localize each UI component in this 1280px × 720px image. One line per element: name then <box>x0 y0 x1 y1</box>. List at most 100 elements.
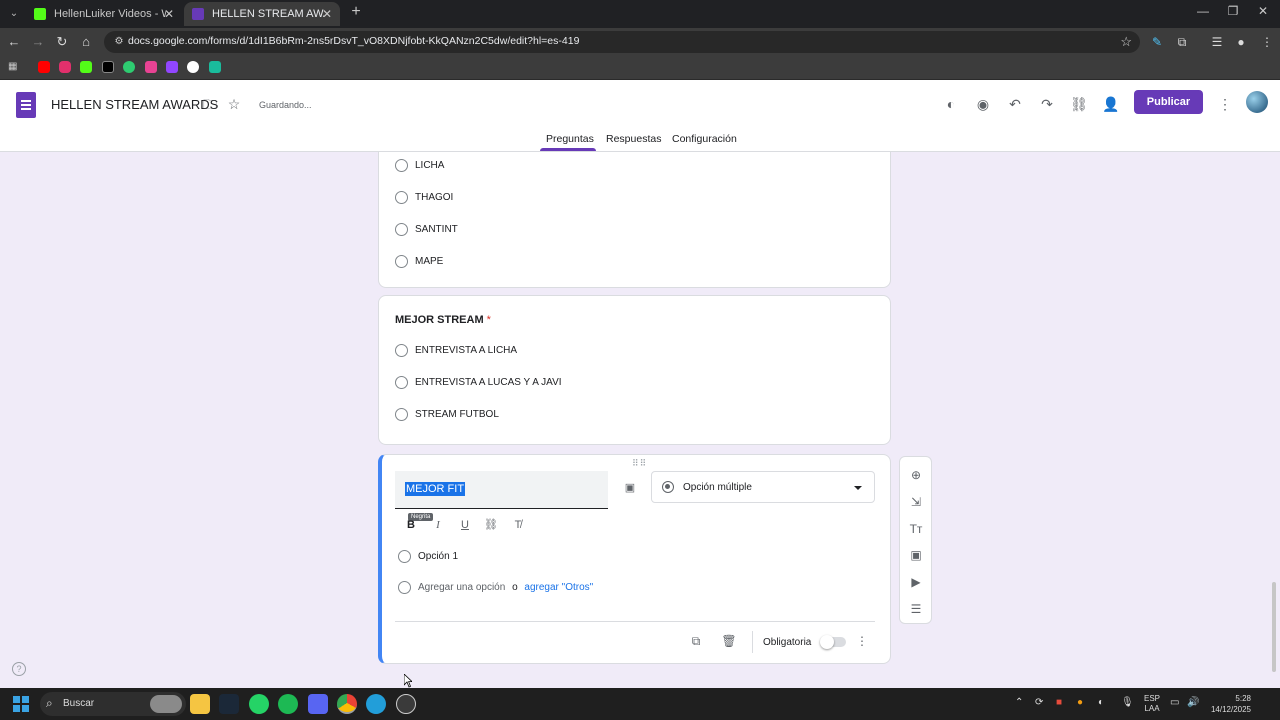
app-icon[interactable] <box>396 694 416 714</box>
omnibox[interactable]: ⚙ docs.google.com/forms/d/1dI1B6bRm-2ns5… <box>104 31 1140 53</box>
link-icon[interactable]: ⛓ <box>1069 94 1089 114</box>
kick-bookmark-icon[interactable] <box>80 61 92 73</box>
tab-questions[interactable]: Preguntas <box>546 133 594 145</box>
input-language[interactable]: ESP LAA <box>1144 694 1160 714</box>
browser-tab-forms[interactable]: HELLEN STREAM AWARDS - For ✕ <box>184 2 340 26</box>
help-icon[interactable]: ? <box>12 662 26 676</box>
spotify-icon[interactable] <box>278 694 298 714</box>
youtube-bookmark-icon[interactable] <box>38 61 50 73</box>
extensions-puzzle-icon[interactable]: ⧉ <box>1173 33 1191 51</box>
add-other-link[interactable]: agregar "Otros" <box>524 582 593 593</box>
whatsapp-icon[interactable] <box>249 694 269 714</box>
floating-toolbar: ⊕ ⇲ Tт ▣ ▶ ☰ <box>899 456 932 624</box>
tab-search-chevron-icon[interactable]: ⌄ <box>4 4 24 24</box>
question-type-dropdown[interactable]: Opción múltiple <box>651 471 875 503</box>
insert-link-icon[interactable]: ⛓ <box>483 517 499 533</box>
telegram-icon[interactable] <box>366 694 386 714</box>
redo-icon[interactable]: ↷ <box>1037 94 1057 114</box>
add-question-icon[interactable]: ⊕ <box>908 467 924 483</box>
restore-icon[interactable]: ❐ <box>1218 4 1248 18</box>
import-questions-icon[interactable]: ⇲ <box>908 494 924 510</box>
back-icon[interactable]: ← <box>4 32 24 52</box>
question-card[interactable]: LICHA THAGOI SANTINT MAPE <box>378 152 891 288</box>
profile-avatar-icon[interactable]: ● <box>1232 33 1250 51</box>
home-icon[interactable]: ⌂ <box>76 32 96 52</box>
reading-list-icon[interactable]: ☰ <box>1208 33 1226 51</box>
delete-trash-icon[interactable]: 🗑 <box>721 633 737 649</box>
discord-icon[interactable] <box>308 694 328 714</box>
search-highlight-image <box>150 695 182 713</box>
add-image-icon[interactable]: ▣ <box>622 480 638 496</box>
drag-handle-icon[interactable]: ⠿⠿ <box>632 458 647 469</box>
tray-app-icon[interactable]: ◐ <box>1098 697 1104 708</box>
active-question-card[interactable]: ⠿⠿ MEJOR FIT Negrita ▣ Opción múltiple B… <box>378 454 891 664</box>
tray-app-icon[interactable]: ■ <box>1056 697 1062 708</box>
microphone-icon[interactable]: 🎙 <box>1121 697 1134 708</box>
move-to-folder-icon[interactable]: 🗀 <box>200 94 220 114</box>
minimize-icon[interactable]: — <box>1188 4 1218 18</box>
window-close-icon[interactable]: ✕ <box>1248 4 1278 18</box>
publish-button[interactable]: Publicar <box>1134 90 1203 114</box>
browser-tab-kick[interactable]: HellenLuiker Videos - Watch Or ✕ <box>26 2 182 26</box>
form-editor-canvas: LICHA THAGOI SANTINT MAPE MEJOR STREAM * … <box>0 152 1280 688</box>
more-vert-icon[interactable]: ⋮ <box>854 633 870 649</box>
add-video-icon[interactable]: ▶ <box>908 574 924 590</box>
instagram-bookmark-icon[interactable] <box>59 61 71 73</box>
x-bookmark-icon[interactable] <box>102 61 114 73</box>
browser-tab-strip: ⌄ HellenLuiker Videos - Watch Or ✕ HELLE… <box>0 0 1280 28</box>
green-bookmark-icon[interactable] <box>123 61 135 73</box>
white-bookmark-icon[interactable] <box>187 61 199 73</box>
tab-close-icon[interactable]: ✕ <box>164 2 174 26</box>
bookmark-star-icon[interactable]: ☆ <box>1120 34 1132 50</box>
question-card[interactable]: MEJOR STREAM * ENTREVISTA A LICHA ENTREVI… <box>378 295 891 445</box>
site-info-icon[interactable]: ⚙ <box>112 35 126 49</box>
reload-icon[interactable]: ↻ <box>52 32 72 52</box>
italic-icon[interactable]: I <box>430 517 446 533</box>
form-title[interactable]: HELLEN STREAM AWARDS <box>51 97 218 112</box>
option-label: ENTREVISTA A LICHA <box>415 345 518 356</box>
option-label[interactable]: Opción 1 <box>418 551 458 562</box>
clock[interactable]: 5:28 14/12/2025 <box>1207 693 1251 715</box>
tray-app-icon[interactable]: ● <box>1077 697 1083 708</box>
google-forms-logo-icon[interactable] <box>16 92 36 118</box>
forward-icon[interactable]: → <box>28 32 48 52</box>
scrollbar[interactable] <box>1272 582 1276 672</box>
volume-icon[interactable]: 🔊 <box>1187 697 1199 708</box>
add-title-description-icon[interactable]: Tт <box>908 521 924 537</box>
tab-close-icon[interactable]: ✕ <box>322 2 332 26</box>
tab-settings[interactable]: Configuración <box>672 133 737 145</box>
teal-bookmark-icon[interactable] <box>209 61 221 73</box>
add-collaborator-icon[interactable]: 👤 <box>1101 94 1121 114</box>
palette-icon[interactable]: ◐ <box>941 94 961 114</box>
chrome-icon[interactable] <box>337 694 357 714</box>
preview-eye-icon[interactable]: ◉ <box>973 94 993 114</box>
question-title-input[interactable]: MEJOR FIT Negrita <box>395 471 608 521</box>
pink-bookmark-icon[interactable] <box>145 61 157 73</box>
taskbar-search[interactable]: ⌕ Buscar <box>40 692 186 716</box>
apps-grid-icon[interactable]: ▦ <box>8 61 20 73</box>
duplicate-icon[interactable]: ⧉ <box>688 633 704 649</box>
twitch-bookmark-icon[interactable] <box>166 61 178 73</box>
avatar[interactable] <box>1246 91 1268 113</box>
undo-icon[interactable]: ↶ <box>1005 94 1025 114</box>
steam-icon[interactable] <box>219 694 239 714</box>
add-image-icon[interactable]: ▣ <box>908 547 924 563</box>
required-toggle[interactable] <box>820 635 846 649</box>
add-section-icon[interactable]: ☰ <box>908 601 924 617</box>
extension-icon[interactable]: ✎ <box>1148 33 1166 51</box>
clear-formatting-icon[interactable]: T̸ <box>510 517 526 533</box>
network-icon[interactable]: ▭ <box>1170 697 1179 708</box>
underline-icon[interactable]: U <box>457 517 473 533</box>
star-icon[interactable]: ☆ <box>224 94 244 114</box>
bold-icon[interactable]: B <box>403 517 419 533</box>
new-tab-icon[interactable]: + <box>346 3 366 21</box>
more-options-icon[interactable]: ⋮ <box>1215 94 1235 114</box>
add-option-link[interactable]: Agregar una opción <box>418 582 505 593</box>
file-explorer-icon[interactable] <box>190 694 210 714</box>
add-option-radio <box>398 581 412 595</box>
windows-start-icon[interactable] <box>13 696 29 712</box>
tray-chevron-icon[interactable]: ⌃ <box>1015 697 1023 708</box>
tab-responses[interactable]: Respuestas <box>606 133 661 145</box>
chrome-menu-icon[interactable]: ⋮ <box>1258 33 1276 51</box>
sync-icon[interactable]: ⟳ <box>1035 697 1043 708</box>
